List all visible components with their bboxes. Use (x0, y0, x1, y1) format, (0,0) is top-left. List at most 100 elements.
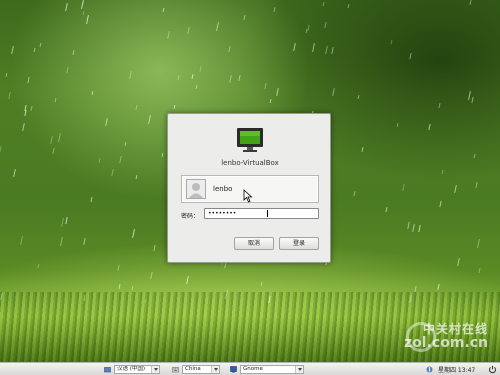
bottom-panel: 汉语 (中国) China Gnome 星期四 13:47 (0, 362, 500, 375)
rain-drop (418, 224, 421, 233)
text-caret (267, 210, 268, 217)
rain-drop (216, 21, 219, 32)
rain-drop (238, 74, 241, 82)
rain-drop (119, 155, 122, 164)
rain-drop (471, 96, 474, 104)
rain-drop (477, 238, 480, 249)
rain-drop (81, 0, 84, 10)
rain-drop (98, 157, 101, 164)
rain-drop (82, 10, 85, 16)
rain-drop (86, 14, 89, 25)
rain-drop (307, 24, 310, 32)
password-field[interactable]: •••••••• (204, 208, 319, 219)
rain-drop (195, 84, 198, 90)
rain-drop (324, 21, 327, 29)
rain-drop (58, 132, 61, 143)
rain-drop (276, 87, 279, 97)
rain-drop (111, 168, 114, 177)
rain-drop (437, 283, 440, 291)
rain-drop (390, 39, 393, 45)
rain-drop (22, 122, 25, 132)
computer-icon (237, 128, 263, 152)
rain-drop (199, 65, 202, 73)
rain-drop (129, 70, 132, 80)
password-value: •••••••• (208, 210, 237, 217)
rain-drop (475, 181, 478, 189)
rain-drop (105, 117, 108, 127)
rain-drop (11, 45, 14, 55)
rain-drop (469, 0, 472, 6)
rain-drop (260, 281, 263, 287)
login-dialog: lenbo-VirtualBox lenbo 密码： •••••••• 取消 登… (167, 113, 331, 263)
rain-drop (357, 94, 360, 100)
rain-drop (5, 72, 8, 78)
user-avatar-icon (186, 179, 206, 199)
rain-drop (273, 6, 276, 13)
power-icon[interactable] (488, 365, 497, 374)
region-select[interactable]: China (182, 365, 220, 374)
rain-drop (438, 102, 441, 109)
rain-drop (347, 3, 350, 9)
rain-drop (441, 169, 444, 175)
rain-drop (117, 264, 120, 272)
rain-drop (305, 28, 308, 34)
language-select[interactable]: 汉语 (中国) (114, 365, 160, 374)
rain-drop (402, 183, 405, 192)
rain-drop (83, 237, 86, 246)
rain-drop (428, 123, 431, 131)
rain-drop (162, 7, 165, 13)
watermark-logo: 中关村在线 zol.com.cn (404, 320, 488, 356)
rain-drop (473, 153, 476, 159)
rain-drop (409, 52, 412, 60)
rain-drop (30, 105, 33, 112)
rain-drop (148, 114, 151, 125)
rain-drop (264, 82, 267, 90)
chevron-down-icon (211, 366, 219, 373)
rain-drop (439, 200, 442, 208)
rain-drop (322, 1, 325, 7)
rain-drop (61, 217, 64, 228)
rain-drop (332, 87, 335, 97)
keyboard-icon (104, 367, 111, 373)
rain-drop (132, 228, 135, 239)
rain-drop (187, 26, 190, 35)
session-select[interactable]: Gnome (240, 365, 304, 374)
rain-drop (60, 236, 63, 247)
rain-drop (177, 74, 180, 81)
chevron-down-icon (295, 366, 303, 373)
chevron-down-icon (151, 366, 159, 373)
session-icon (230, 366, 237, 373)
rain-drop (228, 45, 231, 53)
rain-drop (191, 73, 194, 80)
rain-drop (173, 104, 176, 110)
rain-drop (361, 146, 364, 153)
language-value: 汉语 (中国) (117, 366, 146, 372)
rain-drop (161, 152, 164, 158)
rain-drop (124, 141, 127, 147)
rain-drop (243, 14, 246, 21)
rain-drop (135, 174, 138, 180)
login-button[interactable]: 登录 (279, 237, 319, 250)
region-value: China (185, 366, 201, 372)
keyboard-layout-icon (172, 367, 179, 373)
rain-drop (312, 42, 315, 53)
cancel-button[interactable]: 取消 (234, 237, 274, 250)
rain-drop (118, 283, 121, 290)
rain-drop (33, 47, 36, 53)
rain-drop (65, 216, 68, 225)
rain-drop (412, 223, 415, 233)
rain-drop (385, 206, 388, 213)
rain-drop (468, 90, 471, 101)
rain-drop (90, 196, 93, 203)
rain-drop (72, 49, 75, 56)
rain-drop (8, 91, 11, 100)
accessibility-icon[interactable] (426, 366, 433, 373)
rain-drop (20, 235, 23, 246)
rain-drop (186, 275, 189, 285)
rain-drop (54, 97, 57, 103)
rain-drop (91, 90, 94, 96)
hostname-label: lenbo-VirtualBox (221, 159, 279, 167)
rain-drop (50, 135, 53, 145)
mouse-cursor-icon (243, 189, 253, 203)
rain-drop (167, 30, 170, 40)
